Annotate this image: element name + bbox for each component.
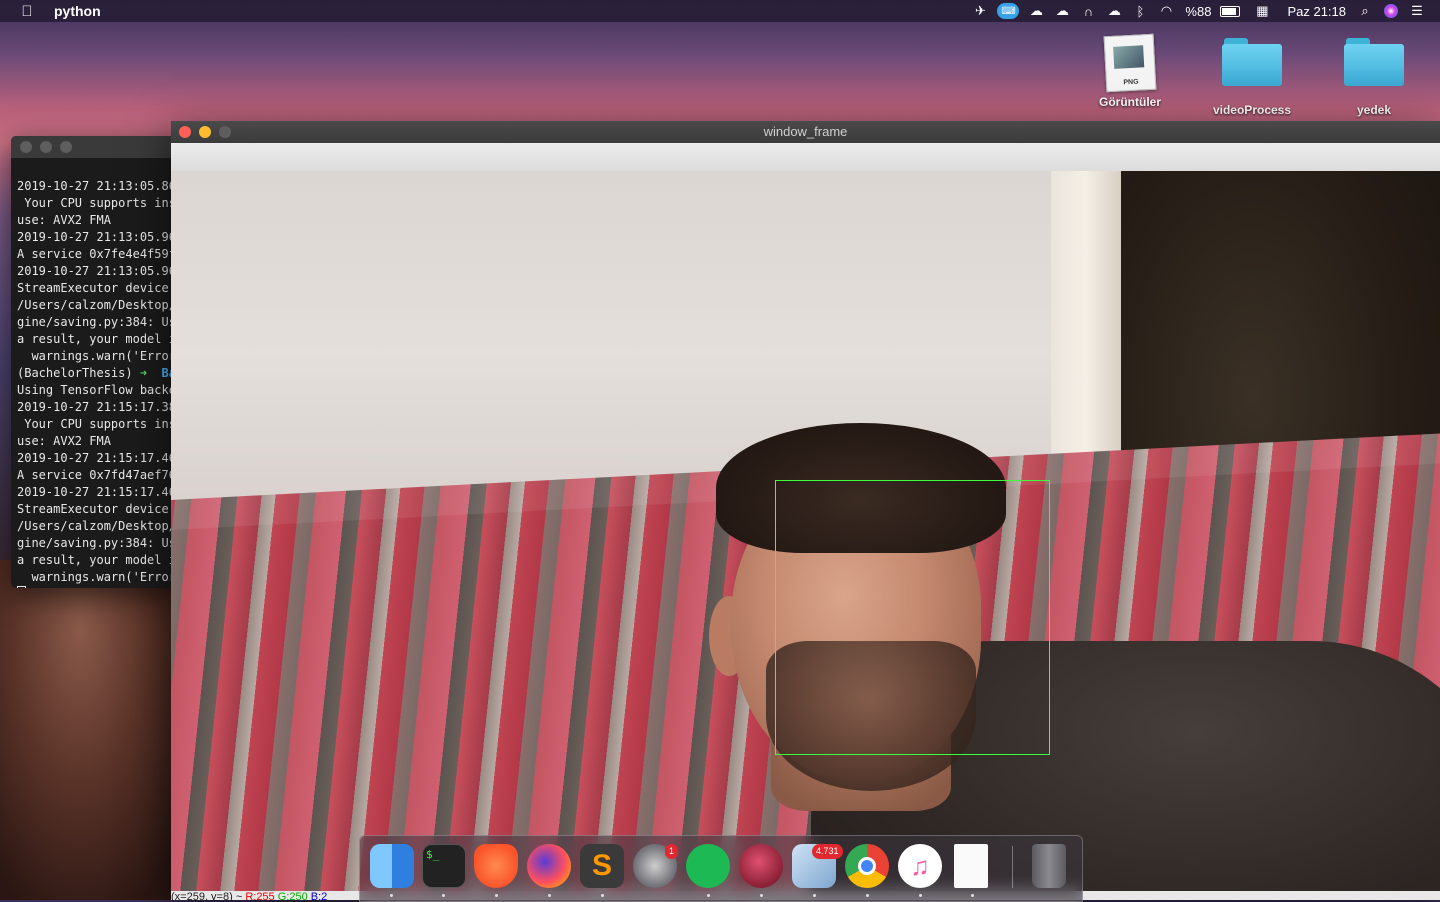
vpn-icon[interactable]: ∩ bbox=[1075, 0, 1101, 22]
terminal-line: Your CPU supports ins bbox=[17, 196, 176, 210]
desktop-icon-label: Görüntüler bbox=[1099, 95, 1161, 109]
terminal-line: 2019-10-27 21:15:17.46 bbox=[17, 451, 176, 465]
terminal-line: Your CPU supports ins bbox=[17, 417, 176, 431]
minimize-button[interactable] bbox=[40, 141, 52, 153]
running-indicator bbox=[707, 894, 710, 897]
terminal-line: a result, your model i bbox=[17, 553, 176, 567]
terminal-line: gine/saving.py:384: Us bbox=[17, 536, 176, 550]
terminal-line: A service 0x7fd47aef76 bbox=[17, 468, 176, 482]
terminal-line: 2019-10-27 21:15:17.38 bbox=[17, 400, 176, 414]
brave-icon[interactable] bbox=[474, 844, 518, 888]
status-red: R:255 bbox=[245, 891, 275, 900]
wifi-icon[interactable]: ◠ bbox=[1153, 0, 1179, 22]
running-indicator bbox=[548, 894, 551, 897]
terminal-window[interactable]: 2019-10-27 21:13:05.86 Your CPU supports… bbox=[11, 136, 181, 588]
dock: $_ S 1 4.731 ♫ bbox=[359, 835, 1083, 902]
app-menu-name[interactable]: python bbox=[54, 3, 101, 19]
terminal-line: A service 0x7fe4e4f59f bbox=[17, 247, 176, 261]
terminal-line: StreamExecutor device bbox=[17, 281, 169, 295]
running-indicator bbox=[813, 894, 816, 897]
terminal-line: Using TensorFlow backe bbox=[17, 383, 176, 397]
input-source-icon[interactable]: ▦ bbox=[1249, 0, 1275, 22]
document-icon[interactable] bbox=[954, 844, 988, 888]
folder-icon bbox=[1222, 38, 1282, 88]
music-icon[interactable]: ♫ bbox=[898, 844, 942, 888]
apple-menu-icon[interactable]:  bbox=[12, 3, 42, 20]
terminal-line: gine/saving.py:384: Us bbox=[17, 315, 176, 329]
running-indicator bbox=[601, 894, 604, 897]
notification-badge: 1 bbox=[665, 844, 679, 859]
terminal-line: /Users/calzom/Desktop/ bbox=[17, 519, 176, 533]
cloud-icon[interactable]: ☁ bbox=[1049, 0, 1075, 22]
terminal-cursor bbox=[17, 586, 26, 588]
running-indicator bbox=[919, 894, 922, 897]
terminal-line: warnings.warn('Error bbox=[17, 570, 176, 584]
battery-icon[interactable] bbox=[1217, 0, 1243, 22]
terminal-line: warnings.warn('Error bbox=[17, 349, 176, 363]
terminal-line: use: AVX2 FMA bbox=[17, 434, 111, 448]
terminal-line: /Users/calzom/Desktop/ bbox=[17, 298, 176, 312]
menu-extras: ✈ ⌨ ☁ ☁ ∩ ☁ ᛒ ◠ %88 ▦ Paz 21:18 ⌕ ☰ bbox=[967, 0, 1440, 22]
notification-center-icon[interactable]: ☰ bbox=[1404, 0, 1430, 22]
dock-separator bbox=[1012, 846, 1013, 888]
terminal-line: a result, your model i bbox=[17, 332, 176, 346]
folder-icon bbox=[1344, 38, 1404, 88]
running-indicator bbox=[442, 894, 445, 897]
desktop-icon-goruntuler[interactable]: PNG Görüntüler bbox=[1075, 33, 1185, 109]
close-button[interactable] bbox=[20, 141, 32, 153]
battery-percent[interactable]: %88 bbox=[1179, 4, 1217, 19]
status-app-icon[interactable]: ✈ bbox=[967, 0, 993, 22]
opencv-window[interactable]: window_frame (x=259, y=8) ~ R:255 G:250 … bbox=[171, 121, 1440, 900]
spotify-icon[interactable] bbox=[686, 844, 730, 888]
rar-icon[interactable] bbox=[739, 844, 783, 888]
terminal-cursor-line bbox=[17, 586, 181, 588]
terminal-line: 2019-10-27 21:13:05.96 bbox=[17, 264, 176, 278]
status-blue: B:2 bbox=[310, 891, 328, 900]
running-indicator bbox=[866, 894, 869, 897]
finder-icon[interactable] bbox=[370, 844, 414, 888]
prompt-env: (BachelorThesis) bbox=[17, 366, 133, 380]
terminal-line: 2019-10-27 21:15:17.46 bbox=[17, 485, 176, 499]
desktop-icon-videoprocess[interactable]: videoProcess bbox=[1197, 38, 1307, 117]
bluetooth-icon[interactable]: ᛒ bbox=[1127, 0, 1153, 22]
prompt-arrow-icon: ➜ bbox=[139, 366, 148, 380]
chrome-icon[interactable] bbox=[845, 844, 889, 888]
firefox-icon[interactable] bbox=[527, 844, 571, 888]
png-document-icon: PNG bbox=[1103, 33, 1157, 93]
terminal-line: use: AVX2 FMA bbox=[17, 213, 111, 227]
running-indicator bbox=[971, 894, 974, 897]
cloud-sync-icon[interactable]: ☁ bbox=[1023, 0, 1049, 22]
terminal-line: StreamExecutor device bbox=[17, 502, 169, 516]
creative-cloud-icon[interactable]: ☁ bbox=[1101, 0, 1127, 22]
face-detection-box bbox=[775, 480, 1050, 755]
status-green: G:250 bbox=[277, 891, 308, 900]
notification-badge: 4.731 bbox=[812, 844, 843, 859]
translate-icon[interactable]: ⌨ bbox=[997, 3, 1020, 19]
clock[interactable]: Paz 21:18 bbox=[1281, 4, 1352, 19]
desktop-icon-label: videoProcess bbox=[1212, 103, 1292, 117]
sublime-icon[interactable]: S bbox=[580, 844, 624, 888]
running-indicator bbox=[390, 894, 393, 897]
window-title: window_frame bbox=[763, 124, 848, 139]
desktop-icon-yedek[interactable]: yedek bbox=[1319, 38, 1429, 117]
camera-frame-image[interactable] bbox=[171, 171, 1440, 891]
terminal-titlebar[interactable] bbox=[11, 136, 181, 158]
menu-bar:  python ✈ ⌨ ☁ ☁ ∩ ☁ ᛒ ◠ %88 ▦ Paz 21:18… bbox=[0, 0, 1440, 22]
zoom-button[interactable] bbox=[60, 141, 72, 153]
terminal-output[interactable]: 2019-10-27 21:13:05.86 Your CPU supports… bbox=[11, 158, 181, 588]
spotlight-search-icon[interactable]: ⌕ bbox=[1352, 0, 1378, 22]
terminal-line: 2019-10-27 21:13:05.96 bbox=[17, 230, 176, 244]
siri-icon[interactable] bbox=[1378, 0, 1404, 22]
terminal-icon[interactable]: $_ bbox=[422, 844, 466, 888]
running-indicator bbox=[760, 894, 763, 897]
window-titlebar[interactable]: window_frame bbox=[171, 121, 1440, 143]
desktop-wallpaper-mountain bbox=[0, 560, 200, 900]
status-coords: (x=259, y=8) ~ bbox=[171, 891, 243, 900]
trash-icon[interactable] bbox=[1032, 844, 1066, 888]
running-indicator bbox=[495, 894, 498, 897]
terminal-line: 2019-10-27 21:13:05.86 bbox=[17, 179, 176, 193]
terminal-prompt-line: (BachelorThesis) ➜ Ba bbox=[17, 365, 181, 382]
desktop-icon-label: yedek bbox=[1356, 103, 1392, 117]
window-toolbar bbox=[171, 143, 1440, 172]
